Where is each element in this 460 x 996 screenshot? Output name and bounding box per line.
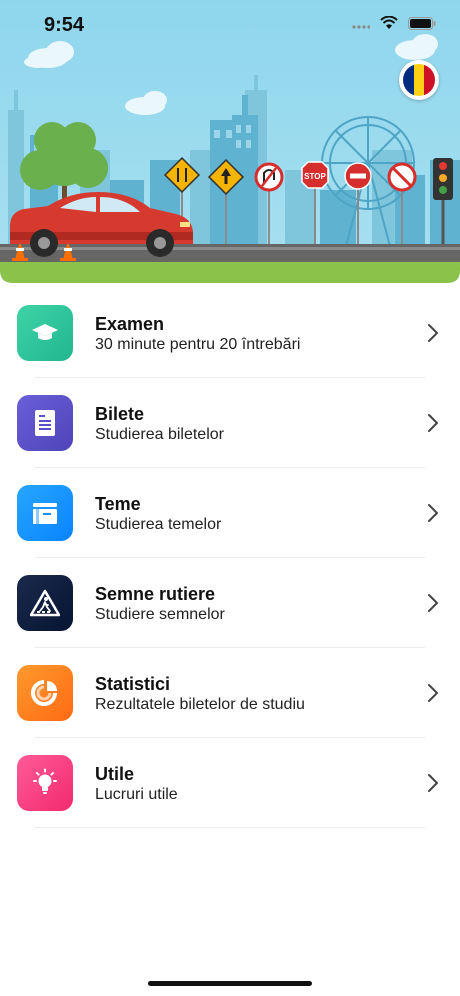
menu-item-teme[interactable]: Teme Studierea temelor	[0, 468, 460, 558]
main-menu: Examen 30 minute pentru 20 întrebări Bil…	[0, 288, 460, 828]
chevron-right-icon	[428, 414, 438, 432]
menu-item-subtitle: 30 minute pentru 20 întrebări	[95, 336, 301, 353]
flag-romania-icon	[403, 64, 435, 96]
wifi-icon	[380, 15, 398, 35]
language-button[interactable]	[399, 60, 439, 100]
menu-item-subtitle: Rezultatele biletelor de studiu	[95, 696, 305, 713]
menu-item-title: Teme	[95, 494, 141, 514]
flag-stripe-blue	[403, 64, 414, 96]
menu-item-title: Examen	[95, 314, 165, 334]
separator	[35, 827, 425, 828]
chevron-right-icon	[428, 684, 438, 702]
chevron-right-icon	[428, 774, 438, 792]
menu-item-statistici[interactable]: Statistici Rezultatele biletelor de stud…	[0, 648, 460, 738]
menu-item-examen[interactable]: Examen 30 minute pentru 20 întrebări	[0, 288, 460, 378]
pie-chart-icon	[17, 665, 73, 721]
menu-item-subtitle: Lucruri utile	[95, 786, 178, 803]
menu-item-bilete[interactable]: Bilete Studierea biletelor	[0, 378, 460, 468]
chevron-right-icon	[428, 324, 438, 342]
graduation-cap-icon	[17, 305, 73, 361]
document-icon	[17, 395, 73, 451]
stop-sign-text: STOP	[304, 172, 326, 181]
menu-item-subtitle: Studiere semnelor	[95, 606, 225, 623]
menu-item-utile[interactable]: Utile Lucruri utile	[0, 738, 460, 828]
status-bar: 9:54	[0, 0, 460, 50]
pedestrian-crossing-icon	[17, 575, 73, 631]
menu-item-title: Statistici	[95, 674, 171, 694]
folder-icon	[17, 485, 73, 541]
menu-item-title: Bilete	[95, 404, 145, 424]
status-time: 9:54	[44, 14, 85, 36]
lightbulb-icon	[17, 755, 73, 811]
flag-stripe-red	[424, 64, 435, 96]
menu-item-subtitle: Studierea biletelor	[95, 426, 224, 443]
chevron-right-icon	[428, 594, 438, 612]
menu-item-subtitle: Studierea temelor	[95, 516, 222, 533]
flag-stripe-yellow	[413, 64, 425, 96]
battery-icon	[408, 16, 436, 35]
menu-item-semne-rutiere[interactable]: Semne rutiere Studiere semnelor	[0, 558, 460, 648]
chevron-right-icon	[428, 504, 438, 522]
menu-item-title: Utile	[95, 764, 135, 784]
cellular-signal-icon	[352, 17, 371, 35]
home-indicator[interactable]	[148, 981, 312, 986]
menu-item-title: Semne rutiere	[95, 584, 216, 604]
